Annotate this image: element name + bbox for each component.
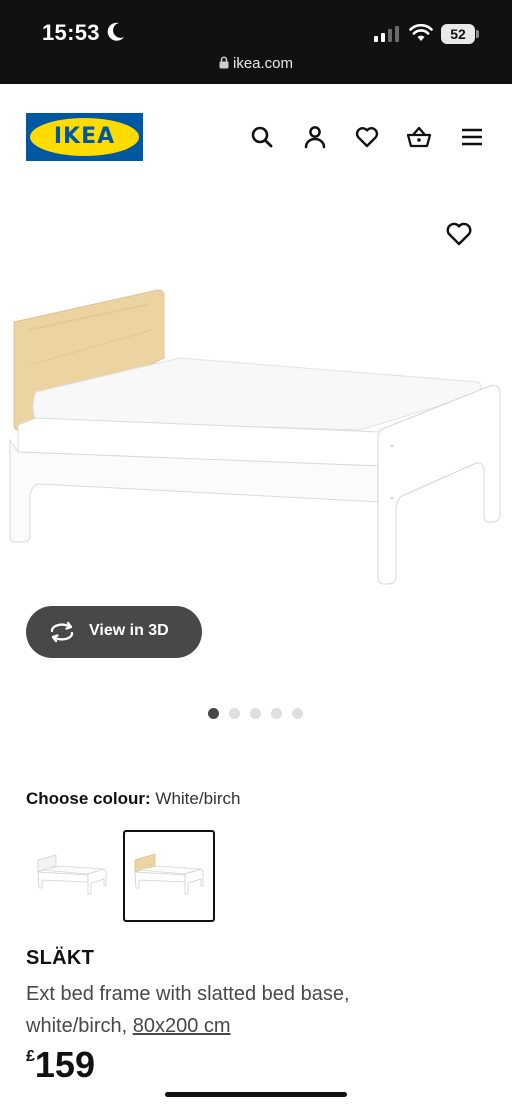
- logo-text: IKEA: [53, 124, 116, 149]
- heart-icon[interactable]: [354, 124, 380, 150]
- price-amount: 159: [34, 1044, 95, 1085]
- search-icon[interactable]: [249, 124, 275, 150]
- carousel-dot[interactable]: [229, 708, 240, 719]
- product-image-bed[interactable]: [0, 270, 512, 600]
- colour-option-white-birch[interactable]: [123, 830, 215, 922]
- carousel-dot[interactable]: [250, 708, 261, 719]
- battery-indicator: 52: [441, 24, 475, 44]
- carousel-dot[interactable]: [292, 708, 303, 719]
- home-indicator[interactable]: [165, 1092, 347, 1097]
- view-in-3d-label: View in 3D: [89, 622, 169, 639]
- price-currency: £: [26, 1048, 35, 1065]
- moon-icon: [107, 22, 124, 41]
- selected-colour-value: White/birch: [155, 789, 241, 808]
- choose-colour-label: Choose colour:: [26, 789, 151, 808]
- rotate-3d-icon: [50, 621, 74, 643]
- favourite-heart-icon[interactable]: [444, 219, 474, 249]
- wifi-icon: [409, 24, 433, 41]
- product-description: Ext bed frame with slatted bed base, whi…: [26, 978, 496, 1042]
- status-time: 15:53: [42, 20, 100, 45]
- url-text: ikea.com: [232, 55, 294, 72]
- profile-icon[interactable]: [302, 124, 328, 150]
- ikea-logo[interactable]: IKEA: [26, 113, 143, 161]
- view-in-3d-button[interactable]: View in 3D: [26, 606, 202, 658]
- product-name: SLÄKT: [26, 947, 95, 969]
- basket-icon[interactable]: [406, 124, 432, 150]
- lock-icon: [219, 56, 229, 69]
- menu-icon[interactable]: [459, 124, 485, 150]
- bed-white-thumbnail: [37, 854, 107, 895]
- colour-option-white[interactable]: [26, 830, 118, 922]
- description-line-2: white/birch,: [26, 1015, 133, 1037]
- carousel-dot[interactable]: [208, 708, 219, 719]
- carousel-dot[interactable]: [271, 708, 282, 719]
- bed-white-birch-thumbnail: [134, 853, 204, 895]
- address-bar[interactable]: ikea.com: [0, 55, 512, 72]
- signal-icon: [374, 26, 399, 42]
- product-price: £159: [26, 1044, 95, 1086]
- description-line-1: Ext bed frame with slatted bed base,: [26, 983, 350, 1005]
- battery-tip: [476, 30, 479, 38]
- status-bar: 15:53 52 ikea.com: [0, 0, 512, 84]
- size-link[interactable]: 80x200 cm: [133, 1015, 231, 1037]
- colour-chooser-label: Choose colour: White/birch: [26, 789, 240, 809]
